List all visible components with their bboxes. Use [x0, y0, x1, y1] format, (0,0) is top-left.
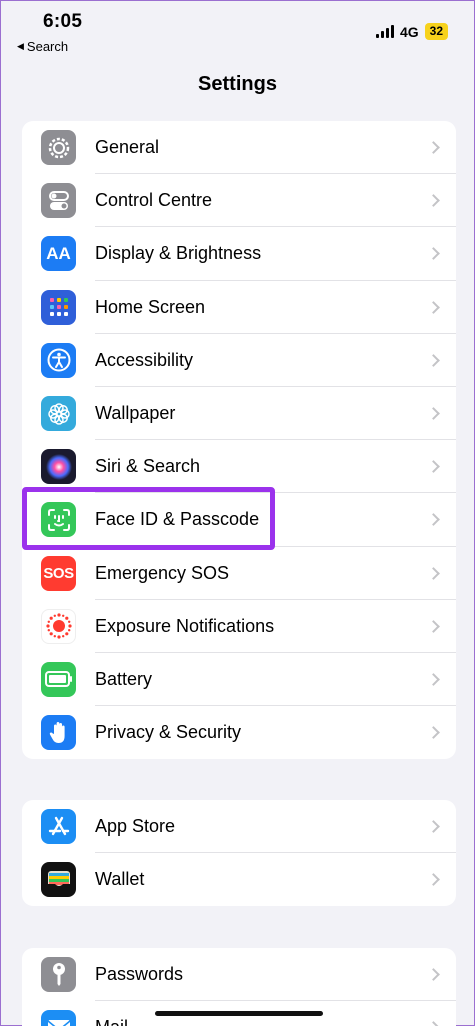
app-store-icon — [41, 809, 76, 845]
settings-row-label: Face ID & Passcode — [95, 509, 260, 530]
settings-row-general[interactable]: General — [22, 121, 456, 175]
chevron-right-icon — [427, 353, 440, 367]
settings-row-control-centre[interactable]: Control Centre — [22, 174, 456, 228]
settings-group-system: General Control Centre AA Display & Brightn… — [22, 121, 456, 760]
settings-group-store: App Store Wallet — [22, 800, 456, 907]
mail-icon — [41, 1010, 76, 1026]
chevron-right-icon — [427, 820, 440, 833]
toggles-icon — [41, 183, 76, 219]
network-type: 4G — [399, 23, 419, 40]
chevron-right-icon — [427, 141, 440, 154]
gear-icon — [41, 130, 76, 166]
settings-row-label: Siri & Search — [95, 456, 201, 477]
settings-row-passwords[interactable]: Passwords — [22, 948, 456, 1002]
settings-row-label: Emergency SOS — [95, 562, 230, 583]
chevron-right-icon — [427, 619, 440, 633]
text-size-icon: AA — [41, 236, 76, 272]
settings-row-label: Exposure Notifications — [95, 615, 275, 636]
settings-row-label: Wallet — [95, 869, 145, 890]
settings-row-display-and-brightness[interactable]: AA Display & Brightness — [22, 227, 456, 281]
flower-icon — [41, 396, 76, 432]
home-indicator[interactable] — [155, 1011, 323, 1016]
chevron-right-icon — [427, 247, 440, 261]
chevron-right-icon — [427, 513, 440, 527]
settings-row-home-screen[interactable]: Home Screen — [22, 281, 456, 334]
battery-level-badge: 32 — [424, 23, 448, 40]
face-id-icon — [41, 502, 76, 538]
settings-row-label: Display & Brightness — [95, 243, 262, 264]
settings-row-wallpaper[interactable]: Wallpaper — [22, 387, 456, 441]
settings-row-emergency-sos[interactable]: SOS Emergency SOS — [22, 547, 456, 600]
settings-row-label: App Store — [95, 816, 176, 837]
battery-icon — [41, 661, 76, 697]
key-icon — [41, 957, 76, 993]
settings-row-privacy-and-security[interactable]: Privacy & Security — [22, 706, 456, 759]
wallet-icon — [41, 862, 76, 898]
page-title: Settings — [198, 73, 277, 95]
cellular-signal-icon — [375, 25, 394, 38]
settings-row-label: Mail — [95, 1017, 128, 1026]
settings-row-label: Home Screen — [95, 296, 206, 317]
exposure-dots-icon — [41, 608, 76, 644]
settings-row-battery[interactable]: Battery — [22, 653, 456, 707]
settings-row-label: Wallpaper — [95, 403, 176, 424]
back-triangle-icon: ◀ — [17, 41, 24, 51]
settings-row-label: Battery — [95, 668, 153, 689]
settings-row-label: General — [95, 137, 160, 158]
settings-row-wallet[interactable]: Wallet — [22, 853, 456, 906]
settings-row-label: Accessibility — [95, 349, 194, 370]
settings-row-app-store[interactable]: App Store — [22, 800, 456, 854]
chevron-right-icon — [427, 1021, 440, 1026]
settings-row-face-id-and-passcode[interactable]: Face ID & Passcode — [22, 493, 456, 547]
chevron-right-icon — [427, 460, 440, 474]
sos-icon: SOS — [41, 555, 76, 591]
back-label: Search — [26, 39, 69, 54]
status-indicators: 4G 32 — [375, 23, 448, 40]
chevron-right-icon — [427, 407, 440, 420]
chevron-right-icon — [427, 566, 440, 580]
app-grid-icon — [41, 289, 76, 325]
chevron-right-icon — [427, 873, 440, 887]
accessibility-person-icon — [41, 342, 76, 378]
settings-row-exposure-notifications[interactable]: Exposure Notifications — [22, 600, 456, 654]
back-to-search-button[interactable]: ◀ Search — [17, 39, 68, 54]
icon-text: SOS — [43, 564, 74, 582]
settings-row-label: Privacy & Security — [95, 722, 242, 743]
chevron-right-icon — [427, 968, 440, 981]
settings-row-siri-and-search[interactable]: Siri & Search — [22, 440, 456, 494]
chevron-right-icon — [427, 726, 440, 740]
chevron-right-icon — [427, 300, 440, 314]
status-bar: 6:05 ◀ Search 4G 32 — [1, 1, 474, 61]
chevron-right-icon — [427, 673, 440, 686]
hand-icon — [41, 715, 76, 751]
settings-row-accessibility[interactable]: Accessibility — [22, 334, 456, 388]
settings-row-label: Passwords — [95, 964, 184, 985]
chevron-right-icon — [427, 194, 440, 208]
settings-row-label: Control Centre — [95, 190, 213, 211]
status-time: 6:05 — [43, 11, 83, 32]
siri-orb-icon — [41, 449, 76, 485]
